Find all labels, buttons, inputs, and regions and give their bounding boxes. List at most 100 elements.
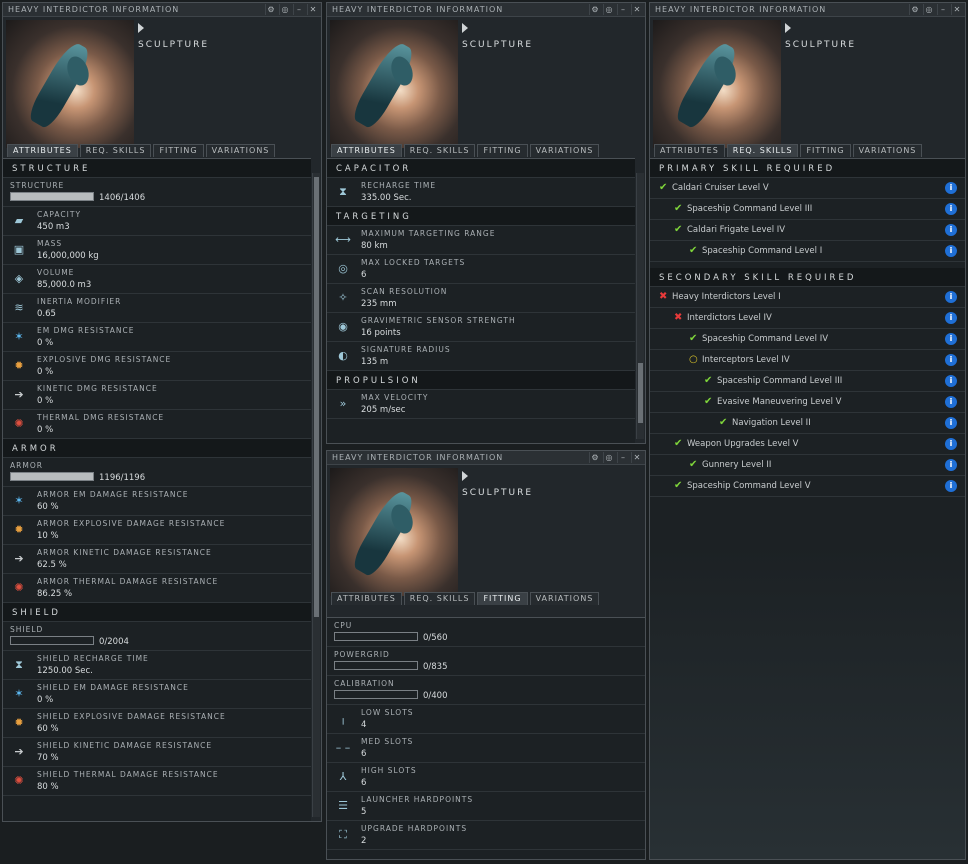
- skill-row[interactable]: ✔ Spaceship Command Level III i: [650, 199, 965, 220]
- pin-icon[interactable]: ◎: [603, 452, 615, 463]
- close-icon[interactable]: ✕: [307, 4, 319, 15]
- close-icon[interactable]: ✕: [951, 4, 963, 15]
- checkmark-icon: ✔: [704, 375, 713, 386]
- tab-attributes[interactable]: ATTRIBUTES: [331, 592, 402, 605]
- attribute-label: ARMOR THERMAL DAMAGE RESISTANCE: [37, 577, 219, 586]
- skill-row[interactable]: ✔ Spaceship Command Level V i: [650, 476, 965, 497]
- info-icon[interactable]: i: [945, 417, 957, 429]
- info-icon[interactable]: i: [945, 396, 957, 408]
- skill-row[interactable]: ✖ Heavy Interdictors Level I i: [650, 287, 965, 308]
- info-icon[interactable]: i: [945, 224, 957, 236]
- info-icon[interactable]: i: [945, 375, 957, 387]
- attribute-label: SHIELD KINETIC DAMAGE RESISTANCE: [37, 741, 213, 750]
- skill-row[interactable]: ✔ Evasive Maneuvering Level V i: [650, 392, 965, 413]
- skill-row[interactable]: ✔ Caldari Frigate Level IV i: [650, 220, 965, 241]
- attribute-row: ➔ KINETIC DMG RESISTANCE 0 %: [3, 381, 311, 410]
- window-title-bar[interactable]: HEAVY INTERDICTOR INFORMATION ⚙ ◎ – ✕: [327, 3, 645, 17]
- pin-icon[interactable]: ◎: [279, 4, 291, 15]
- tab-fitting[interactable]: FITTING: [477, 144, 528, 157]
- ship-thumbnail[interactable]: [330, 20, 458, 148]
- tab-fitting[interactable]: FITTING: [153, 144, 204, 157]
- expand-arrow-icon[interactable]: [462, 471, 468, 481]
- attribute-value: 10 %: [37, 531, 59, 541]
- tab-attributes[interactable]: ATTRIBUTES: [654, 144, 725, 157]
- info-icon[interactable]: i: [945, 459, 957, 471]
- tab-attributes[interactable]: ATTRIBUTES: [7, 144, 78, 157]
- skill-row[interactable]: ✔ Spaceship Command Level III i: [650, 371, 965, 392]
- pin-icon[interactable]: ◎: [603, 4, 615, 15]
- skill-row[interactable]: ✖ Interdictors Level IV i: [650, 308, 965, 329]
- expand-arrow-icon[interactable]: [138, 23, 144, 33]
- attribute-label: SIGNATURE RADIUS: [361, 345, 451, 354]
- fitting-resource-row: CALIBRATION 0/400: [327, 676, 645, 705]
- ship-thumbnail[interactable]: [653, 20, 781, 148]
- window-title-bar[interactable]: HEAVY INTERDICTOR INFORMATION ⚙ ◎ – ✕: [650, 3, 965, 17]
- attribute-row: ✹ SHIELD EXPLOSIVE DAMAGE RESISTANCE 60 %: [3, 709, 311, 738]
- minimize-icon[interactable]: –: [617, 452, 629, 463]
- skill-row[interactable]: ✔ Gunnery Level II i: [650, 455, 965, 476]
- window-title-bar[interactable]: HEAVY INTERDICTOR INFORMATION ⚙ ◎ – ✕: [3, 3, 321, 17]
- info-icon[interactable]: i: [945, 182, 957, 194]
- tab-fitting[interactable]: FITTING: [477, 592, 528, 605]
- section-primary-skills: PRIMARY SKILL REQUIRED: [650, 159, 965, 178]
- skill-row[interactable]: ✔ Weapon Upgrades Level V i: [650, 434, 965, 455]
- attribute-row: ☰ LAUNCHER HARDPOINTS 5: [327, 792, 645, 821]
- pin-icon[interactable]: ◎: [923, 4, 935, 15]
- scrollbar-thumb[interactable]: [314, 177, 319, 617]
- tab-req-skills[interactable]: REQ. SKILLS: [403, 144, 476, 157]
- minimize-icon[interactable]: –: [937, 4, 949, 15]
- skill-row[interactable]: ○ Interceptors Level IV i: [650, 350, 965, 371]
- structure-value: 1406/1406: [99, 193, 146, 203]
- scrollbar-thumb[interactable]: [638, 363, 643, 423]
- tab-attributes[interactable]: ATTRIBUTES: [331, 144, 402, 157]
- minimize-icon[interactable]: –: [617, 4, 629, 15]
- structure-bar-fill: [11, 193, 93, 200]
- window-controls: ⚙ ◎ – ✕: [589, 4, 643, 15]
- expand-arrow-icon[interactable]: [462, 23, 468, 33]
- attribute-value: 16 points: [361, 328, 401, 338]
- close-icon[interactable]: ✕: [631, 4, 643, 15]
- tab-variations[interactable]: VARIATIONS: [529, 144, 600, 157]
- tab-variations[interactable]: VARIATIONS: [852, 144, 923, 157]
- expand-arrow-icon[interactable]: [785, 23, 791, 33]
- info-icon[interactable]: i: [945, 480, 957, 492]
- tab-req-skills[interactable]: REQ. SKILLS: [726, 144, 799, 157]
- signature-radius-icon: ◐: [338, 349, 348, 362]
- tab-req-skills[interactable]: REQ. SKILLS: [79, 144, 152, 157]
- volume-icon: ◈: [14, 272, 24, 285]
- skill-row[interactable]: ✔ Spaceship Command Level I i: [650, 241, 965, 262]
- settings-icon[interactable]: ⚙: [265, 4, 277, 15]
- em-resist-icon: ✶: [14, 687, 24, 700]
- scrollbar[interactable]: [636, 173, 644, 439]
- info-icon[interactable]: i: [945, 312, 957, 324]
- checkmark-icon: ✔: [674, 480, 683, 491]
- window-title-bar[interactable]: HEAVY INTERDICTOR INFORMATION ⚙ ◎ – ✕: [327, 451, 645, 465]
- attribute-label: SHIELD THERMAL DAMAGE RESISTANCE: [37, 770, 219, 779]
- info-icon[interactable]: i: [945, 438, 957, 450]
- attribute-label: SCAN RESOLUTION: [361, 287, 448, 296]
- close-icon[interactable]: ✕: [631, 452, 643, 463]
- info-icon[interactable]: i: [945, 291, 957, 303]
- tab-variations[interactable]: VARIATIONS: [529, 592, 600, 605]
- minimize-icon[interactable]: –: [293, 4, 305, 15]
- item-header: SCULPTURE ATTRIBUTES REQ. SKILLS FITTING…: [327, 465, 645, 605]
- settings-icon[interactable]: ⚙: [589, 4, 601, 15]
- settings-icon[interactable]: ⚙: [589, 452, 601, 463]
- skill-row[interactable]: ✔ Navigation Level II i: [650, 413, 965, 434]
- settings-icon[interactable]: ⚙: [909, 4, 921, 15]
- tab-fitting[interactable]: FITTING: [800, 144, 851, 157]
- info-icon[interactable]: i: [945, 203, 957, 215]
- skill-row[interactable]: ✔ Caldari Cruiser Level V i: [650, 178, 965, 199]
- resource-bar: [334, 632, 418, 641]
- attribute-value: 6: [361, 749, 367, 759]
- info-icon[interactable]: i: [945, 245, 957, 257]
- ship-thumbnail[interactable]: [330, 468, 458, 596]
- tab-variations[interactable]: VARIATIONS: [205, 144, 276, 157]
- info-icon[interactable]: i: [945, 354, 957, 366]
- attribute-value: 4: [361, 720, 367, 730]
- info-icon[interactable]: i: [945, 333, 957, 345]
- tab-req-skills[interactable]: REQ. SKILLS: [403, 592, 476, 605]
- scrollbar[interactable]: [312, 173, 320, 817]
- ship-thumbnail[interactable]: [6, 20, 134, 148]
- skill-row[interactable]: ✔ Spaceship Command Level IV i: [650, 329, 965, 350]
